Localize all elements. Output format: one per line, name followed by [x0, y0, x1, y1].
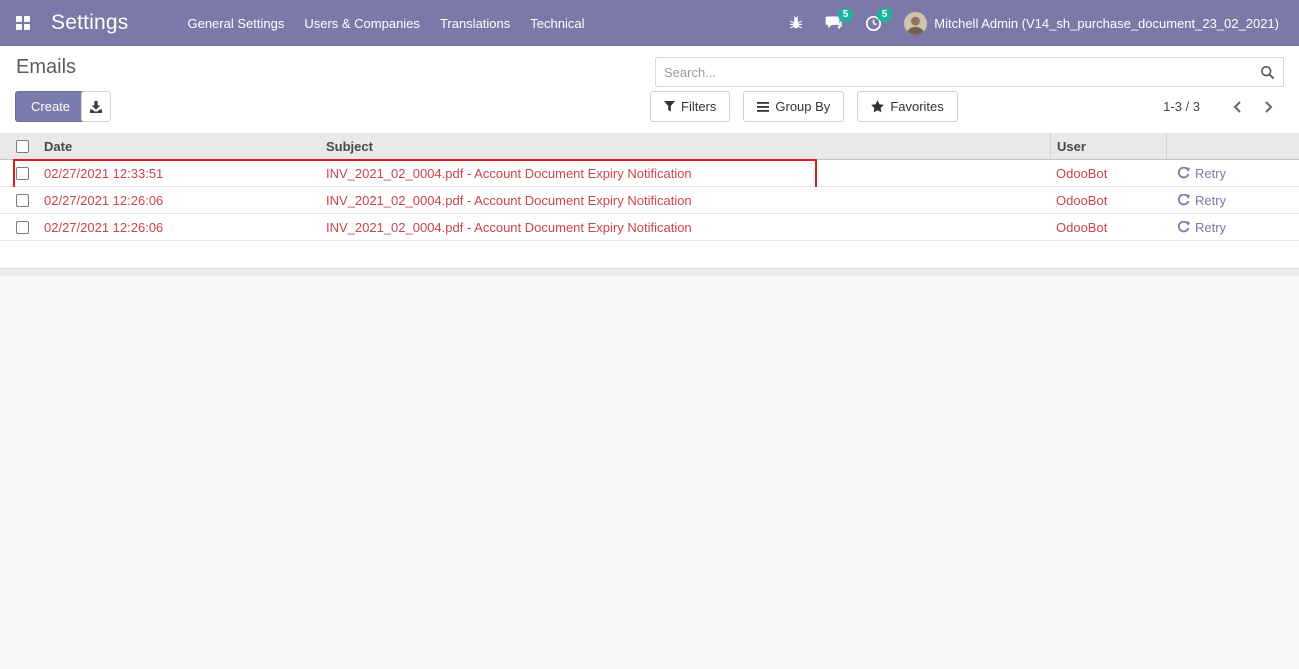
column-header-date[interactable]: Date: [40, 139, 326, 154]
refresh-icon: [1177, 220, 1190, 232]
menu-users-companies[interactable]: Users & Companies: [294, 2, 430, 45]
retry-label: Retry: [1195, 165, 1227, 181]
systray: 5 5 Mitchell Admin (V14_sh_purchase_docu…: [778, 0, 1290, 46]
cell-date[interactable]: 02/27/2021 12:33:51: [40, 166, 326, 181]
favorites-button[interactable]: Favorites: [857, 91, 958, 122]
top-navbar: Settings General Settings Users & Compan…: [0, 0, 1299, 46]
retry-button[interactable]: Retry: [1166, 220, 1299, 235]
create-button[interactable]: Create: [15, 91, 87, 122]
menu-general-settings[interactable]: General Settings: [177, 2, 294, 45]
cell-subject[interactable]: INV_2021_02_0004.pdf - Account Document …: [326, 220, 1050, 235]
menu-translations[interactable]: Translations: [430, 2, 520, 45]
debug-bug-button[interactable]: [778, 0, 814, 46]
messages-count-badge: 5: [837, 8, 854, 22]
group-by-icon: [757, 101, 770, 112]
table-body: 02/27/2021 12:33:51 INV_2021_02_0004.pdf…: [0, 159, 1299, 241]
export-button[interactable]: [81, 91, 111, 122]
apps-menu-icon[interactable]: [16, 16, 30, 30]
row-checkbox-cell: [0, 220, 40, 234]
refresh-icon: [1177, 166, 1190, 178]
filter-funnel-icon: [664, 100, 675, 112]
pager-range: 1-3 / 3: [1163, 99, 1200, 114]
retry-label: Retry: [1195, 192, 1227, 208]
pager-next-button[interactable]: [1253, 96, 1284, 118]
retry-label: Retry: [1195, 219, 1227, 235]
cell-user[interactable]: OdooBot: [1050, 193, 1166, 208]
menu-technical[interactable]: Technical: [520, 2, 594, 45]
activities-button[interactable]: 5: [854, 0, 893, 46]
search-icon[interactable]: [1260, 65, 1275, 80]
row-checkbox-cell: [0, 193, 40, 207]
select-all-checkbox[interactable]: [0, 139, 40, 153]
row-checkbox[interactable]: [16, 220, 29, 234]
activities-count-badge: 5: [876, 8, 893, 22]
filters-button[interactable]: Filters: [650, 91, 731, 122]
user-avatar: [904, 11, 928, 35]
table-row[interactable]: 02/27/2021 12:26:06 INV_2021_02_0004.pdf…: [0, 214, 1299, 241]
user-menu[interactable]: Mitchell Admin (V14_sh_purchase_document…: [893, 0, 1290, 46]
group-by-button[interactable]: Group By: [743, 91, 845, 122]
chevron-left-icon: [1233, 100, 1241, 113]
row-checkbox[interactable]: [16, 193, 29, 207]
cell-subject[interactable]: INV_2021_02_0004.pdf - Account Document …: [326, 193, 1050, 208]
column-header-subject[interactable]: Subject: [326, 139, 1050, 154]
list-end-divider: [0, 268, 1299, 276]
retry-button[interactable]: Retry: [1166, 166, 1299, 181]
pager: 1-3 / 3: [1163, 91, 1284, 122]
refresh-icon: [1177, 193, 1190, 205]
bug-icon: [790, 16, 803, 29]
cell-user[interactable]: OdooBot: [1050, 166, 1166, 181]
download-icon: [90, 100, 102, 113]
messages-button[interactable]: 5: [814, 0, 854, 46]
search-options: Filters Group By Favorites: [650, 91, 958, 122]
table-header: Date Subject User: [0, 133, 1299, 160]
table-row[interactable]: 02/27/2021 12:33:51 INV_2021_02_0004.pdf…: [0, 159, 1299, 191]
chevron-right-icon: [1265, 100, 1273, 113]
cell-date[interactable]: 02/27/2021 12:26:06: [40, 193, 326, 208]
search-input[interactable]: [656, 64, 1260, 80]
row-checkbox[interactable]: [16, 166, 29, 180]
cell-date[interactable]: 02/27/2021 12:26:06: [40, 220, 326, 235]
row-checkbox-cell: [0, 166, 40, 180]
search-bar: [655, 57, 1284, 87]
app-title[interactable]: Settings: [51, 11, 128, 35]
table-row[interactable]: 02/27/2021 12:26:06 INV_2021_02_0004.pdf…: [0, 187, 1299, 214]
column-header-retry: [1166, 133, 1299, 159]
nav-menu: General Settings Users & Companies Trans…: [177, 2, 594, 45]
cell-subject[interactable]: INV_2021_02_0004.pdf - Account Document …: [326, 166, 1050, 181]
retry-button[interactable]: Retry: [1166, 193, 1299, 208]
star-icon: [871, 100, 885, 113]
emails-list: Date Subject User 02/27/2021 12:33:51 IN…: [0, 133, 1299, 241]
cell-user[interactable]: OdooBot: [1050, 220, 1166, 235]
column-header-user[interactable]: User: [1050, 133, 1166, 159]
pager-previous-button[interactable]: [1222, 96, 1253, 118]
page-title: Emails: [16, 56, 77, 78]
user-name: Mitchell Admin (V14_sh_purchase_document…: [934, 15, 1279, 31]
